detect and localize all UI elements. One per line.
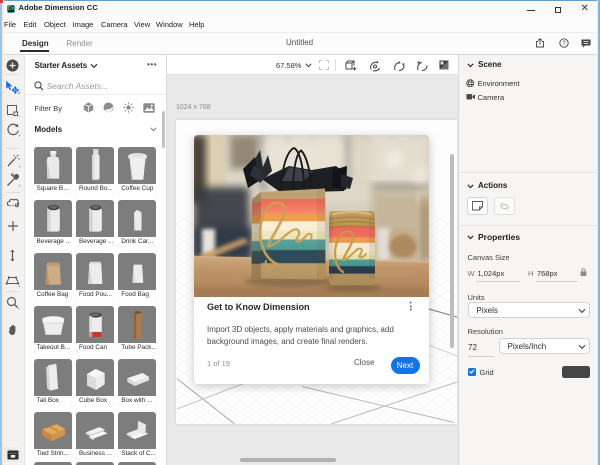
svg-text:?: ? [562,41,566,47]
